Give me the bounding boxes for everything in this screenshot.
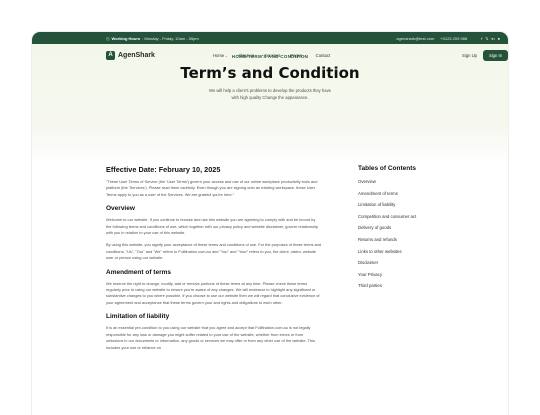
social-links: f 𝕏 in ● (481, 36, 500, 41)
toc-item-limitation[interactable]: Limitation of liability (358, 202, 468, 214)
hero-subtitle-line: with high quality Change the appearance. (231, 94, 309, 100)
linkedin-icon[interactable]: in (491, 36, 494, 41)
toc-item-third-parties[interactable]: Third parties (358, 283, 468, 295)
page-title: Term’s and Condition (180, 64, 360, 82)
toc-item-returns[interactable]: Returns and refunds (358, 237, 468, 249)
working-hours-value: : Monday - Friday, 10am - 05pm (142, 35, 199, 41)
working-hours: ◷ Working Hours : Monday - Friday, 10am … (106, 36, 199, 41)
top-info-bar: ◷ Working Hours : Monday - Friday, 10am … (32, 32, 508, 44)
toc-item-delivery[interactable]: Delivery of goods (358, 225, 468, 237)
amendment-heading: Amendment of terms (106, 268, 172, 276)
twitter-icon[interactable]: 𝕏 (485, 36, 488, 41)
hero-subtitle: We will help a client's problems to deve… (0, 88, 540, 101)
contact-email[interactable]: agenshark@test.com (396, 36, 434, 41)
working-hours-label: Working Hours (111, 35, 141, 41)
clock-icon: ◷ (106, 35, 110, 41)
hero-section: A AgenShark Home⌄ About us Services Page… (32, 44, 508, 164)
overview-heading: Overview (106, 205, 135, 213)
overview-paragraph: By using this website, you signify your … (106, 242, 321, 261)
toc-item-disclaimer[interactable]: Disclaimer (358, 260, 468, 272)
toc-title: Tables of Contents (358, 165, 417, 172)
intro-paragraph: "These User Terms of Service (the 'User … (106, 179, 318, 197)
toc-item-overview[interactable]: Overview (358, 179, 468, 191)
toc-item-privacy[interactable]: Your Privacy (358, 272, 468, 284)
breadcrumb: HOME/TERM'S AND CONDITION (231, 54, 309, 59)
overview-paragraph: Welcome to our website. If you continue … (106, 217, 319, 236)
toc-item-links[interactable]: Links to other websites (358, 249, 468, 261)
effective-date-heading: Effective Date: February 10, 2025 (106, 165, 221, 174)
toc-list: Overview Amendment of terms Limitation o… (358, 179, 468, 295)
contact-phone[interactable]: +0123 209 988 (440, 36, 467, 41)
social-icon[interactable]: ● (498, 36, 500, 41)
topbar-contacts: agenshark@test.com +0123 209 988 f 𝕏 in … (396, 32, 500, 44)
limitation-paragraph: It is an essential pre-condition to you … (106, 325, 315, 350)
table-of-contents: Tables of Contents Overview Amendment of… (358, 165, 468, 295)
terms-content: Effective Date: February 10, 2025 "These… (106, 165, 321, 357)
toc-item-competition[interactable]: Competition and consumer act (358, 214, 468, 226)
facebook-icon[interactable]: f (481, 36, 482, 41)
toc-item-amendment[interactable]: Amendment of terms (358, 191, 468, 203)
amendment-paragraph: We reserve the right to change, modify, … (106, 280, 320, 305)
limitation-heading: Limitation of liability (106, 313, 170, 321)
